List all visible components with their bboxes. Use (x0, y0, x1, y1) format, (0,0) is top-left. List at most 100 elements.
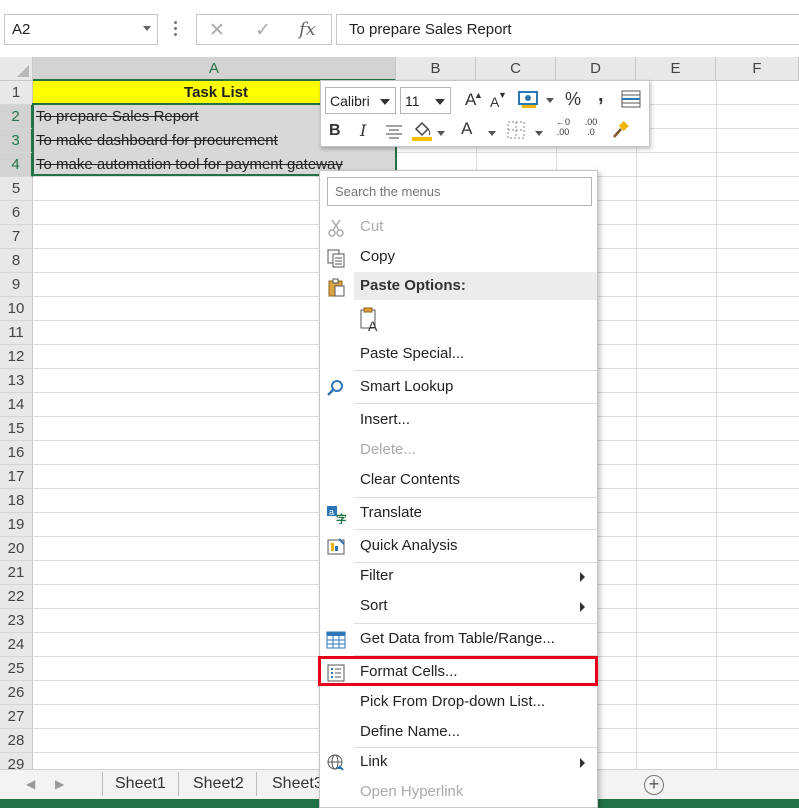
row-header[interactable]: 28 (0, 729, 33, 753)
decrease-decimal-label: .0 (587, 127, 595, 137)
row-header[interactable]: 27 (0, 705, 33, 729)
row-header[interactable]: 10 (0, 297, 33, 321)
row-header[interactable]: 16 (0, 441, 33, 465)
insert-function-icon[interactable]: fx (299, 19, 316, 40)
comma-style-icon[interactable]: , (598, 85, 604, 105)
row-header[interactable]: 5 (0, 177, 33, 201)
menu-item-cut[interactable]: Cut (320, 213, 597, 241)
cancel-icon[interactable]: ✕ (209, 19, 225, 42)
formula-bar-grip-icon[interactable] (174, 18, 178, 40)
chevron-down-icon[interactable] (488, 131, 496, 136)
row-header[interactable]: 13 (0, 369, 33, 393)
borders-icon[interactable] (507, 121, 525, 139)
chevron-down-icon[interactable] (546, 98, 554, 103)
sheet-tab-2[interactable]: Sheet2 (181, 772, 257, 796)
row-header[interactable]: 11 (0, 321, 33, 345)
row-header[interactable]: 24 (0, 633, 33, 657)
add-sheet-icon[interactable]: + (644, 775, 664, 795)
row-header[interactable]: 26 (0, 681, 33, 705)
align-center-icon[interactable] (384, 123, 404, 139)
wrap-text-icon[interactable] (621, 89, 641, 109)
row-header[interactable]: 4 (0, 153, 33, 177)
font-name-box[interactable]: Calibri (325, 87, 396, 114)
menu-search-input[interactable] (327, 177, 592, 206)
chevron-down-icon[interactable] (535, 131, 543, 136)
menu-item-label: Define Name... (360, 723, 461, 740)
menu-item-sort[interactable]: Sort (320, 592, 597, 620)
formula-input[interactable]: To prepare Sales Report (336, 14, 799, 45)
font-color-icon[interactable]: A (461, 119, 472, 139)
row-header[interactable]: 18 (0, 489, 33, 513)
name-box-dropdown-icon[interactable] (143, 26, 151, 31)
menu-item-copy[interactable]: Copy (320, 243, 597, 271)
row-header[interactable]: 1 (0, 81, 33, 105)
menu-item-pick-from-dropdown[interactable]: Pick From Drop-down List... (320, 688, 597, 716)
menu-item-get-data[interactable]: Get Data from Table/Range... (320, 625, 597, 653)
row-header[interactable]: 15 (0, 417, 33, 441)
fill-color-icon[interactable] (411, 119, 433, 143)
paste-keep-text-only-button[interactable]: A (358, 307, 384, 334)
row-header[interactable]: 23 (0, 609, 33, 633)
chevron-down-icon[interactable] (380, 99, 390, 105)
name-box[interactable]: A2 (4, 14, 158, 45)
menu-item-link[interactable]: Link (320, 748, 597, 776)
menu-item-quick-analysis[interactable]: Quick Analysis (320, 532, 597, 560)
column-header-f[interactable]: F (716, 57, 799, 81)
menu-item-label: Clear Contents (360, 471, 461, 488)
next-sheet-icon[interactable]: ▶ (55, 777, 64, 791)
column-header-a[interactable]: A (33, 57, 396, 81)
submenu-arrow-icon (580, 572, 585, 582)
row-header[interactable]: 20 (0, 537, 33, 561)
row-header[interactable]: 14 (0, 393, 33, 417)
column-header-e[interactable]: E (636, 57, 716, 81)
row-header[interactable]: 17 (0, 465, 33, 489)
row-header[interactable]: 8 (0, 249, 33, 273)
format-painter-icon[interactable] (611, 121, 629, 139)
menu-item-smart-lookup[interactable]: Smart Lookup (320, 373, 597, 401)
menu-item-insert[interactable]: Insert... (320, 406, 597, 434)
chevron-down-icon[interactable] (437, 131, 445, 136)
row-header[interactable]: 2 (0, 105, 33, 129)
mini-toolbar: Calibri 11 A ▲ A ▼ % , B I A ←0.00 .00 .… (320, 80, 650, 147)
select-all-corner[interactable] (0, 57, 33, 81)
select-all-icon (17, 65, 29, 77)
row-header[interactable]: 9 (0, 273, 33, 297)
menu-item-filter[interactable]: Filter (320, 562, 597, 590)
decrease-decimal-icon[interactable]: .00.0 (583, 117, 599, 137)
menu-item-translate[interactable]: a 字 Translate (320, 499, 597, 527)
font-size-box[interactable]: 11 (400, 87, 451, 114)
column-header-b[interactable]: B (396, 57, 476, 81)
column-header-c[interactable]: C (476, 57, 556, 81)
menu-item-clear-contents[interactable]: Clear Contents (320, 466, 597, 494)
menu-item-label: Get Data from Table/Range... (360, 630, 555, 647)
row-header[interactable]: 12 (0, 345, 33, 369)
increase-decimal-icon[interactable]: ←0.00 (555, 117, 571, 137)
row-header[interactable]: 29 (0, 753, 33, 769)
sheet-tab-1[interactable]: Sheet1 (102, 772, 179, 796)
formula-bar: A2 ✕ ✓ fx To prepare Sales Report (0, 0, 799, 60)
menu-item-define-name[interactable]: Define Name... (320, 718, 597, 746)
row-header[interactable]: 6 (0, 201, 33, 225)
menu-item-label: Copy (360, 248, 396, 265)
enter-icon[interactable]: ✓ (255, 19, 271, 42)
bold-icon[interactable]: B (329, 121, 341, 141)
menu-item-label: Pick From Drop-down List... (360, 693, 546, 710)
menu-item-label: Open Hyperlink (360, 783, 464, 800)
row-header[interactable]: 3 (0, 129, 33, 153)
menu-item-open-hyperlink[interactable]: Open Hyperlink (320, 778, 597, 806)
italic-icon[interactable]: I (360, 121, 366, 141)
row-header[interactable]: 25 (0, 657, 33, 681)
row-header[interactable]: 7 (0, 225, 33, 249)
percent-style-icon[interactable]: % (565, 89, 581, 109)
menu-item-paste-special[interactable]: Paste Special... (320, 340, 597, 368)
column-header-d[interactable]: D (556, 57, 636, 81)
menu-item-label: Quick Analysis (360, 537, 458, 554)
accounting-format-icon[interactable] (518, 88, 540, 110)
row-header[interactable]: 22 (0, 585, 33, 609)
quick-analysis-icon (327, 538, 345, 555)
chevron-down-icon[interactable] (435, 99, 445, 105)
menu-item-delete[interactable]: Delete... (320, 436, 597, 464)
row-header[interactable]: 21 (0, 561, 33, 585)
row-header[interactable]: 19 (0, 513, 33, 537)
prev-sheet-icon[interactable]: ◀ (26, 777, 35, 791)
